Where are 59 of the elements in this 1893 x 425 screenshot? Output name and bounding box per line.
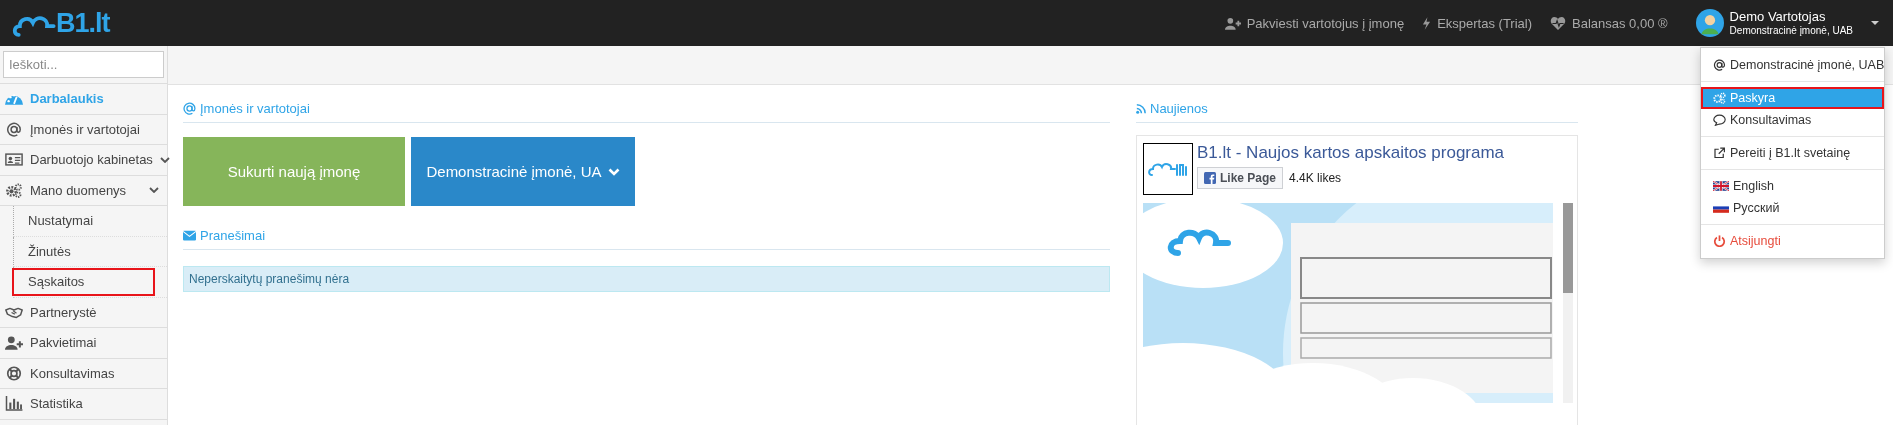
cloud-icon	[12, 13, 56, 37]
menu-item[interactable]: English	[1701, 175, 1884, 197]
top-bar-link[interactable]: Pakviesti vartotojus į įmonę	[1224, 15, 1405, 31]
sidebar-item[interactable]: Mano duomenys	[0, 175, 167, 206]
sidebar-item[interactable]: Partnerystė	[0, 297, 167, 328]
sidebar-subitem[interactable]: Žinutės	[12, 237, 155, 266]
menu-item[interactable]: Konsultavimas	[1701, 109, 1884, 131]
info-alert: Neperskaitytų pranešimų nėra	[183, 266, 1110, 292]
search-field[interactable]: Ieškoti...	[3, 51, 164, 78]
top-bar-link[interactable]: Ekspertas (Trial)	[1422, 15, 1532, 31]
top-bar-link[interactable]: Balansas 0,00 ®	[1550, 15, 1668, 31]
heartbeat-icon	[1550, 16, 1566, 30]
menu-item[interactable]: Demonstracinė įmonė, UAB	[1701, 54, 1884, 76]
section-title: Įmonės ir vartotojai	[183, 87, 1110, 123]
at-sign-icon	[1713, 59, 1726, 71]
scrollbar[interactable]	[1563, 203, 1573, 403]
user-company: Demonstracinė įmonė, UAB	[1729, 24, 1853, 37]
menu-item[interactable]: Atsijungti	[1701, 230, 1884, 252]
envelope-icon	[183, 229, 196, 242]
company-select-button[interactable]: Demonstracinė įmonė, UA	[411, 137, 635, 206]
caret-icon	[1871, 20, 1879, 26]
like-page-button[interactable]: Like Page	[1197, 167, 1284, 189]
rss-icon	[1136, 103, 1146, 114]
user-name: Demo Vartotojas	[1729, 9, 1827, 24]
menu-item[interactable]: Русский	[1701, 197, 1884, 219]
menu-item[interactable]: Pereiti į B1.lt svetainę	[1701, 142, 1884, 164]
at-sign-icon	[5, 121, 23, 137]
likes-count: 4.4K likes	[1289, 171, 1342, 185]
sidebar-subitem[interactable]: Nustatymai	[12, 206, 155, 235]
bar-chart-icon	[5, 396, 23, 412]
facebook-icon	[1204, 172, 1216, 184]
user-plus-icon	[5, 335, 23, 351]
avatar	[1695, 9, 1724, 37]
user-menu-toggle[interactable]: Demo Vartotojas Demonstracinė įmonė, UAB	[1685, 0, 1893, 46]
chevron-down-icon	[607, 167, 620, 176]
section-title: Pranešimai	[183, 214, 1110, 250]
section-title: Naujienos	[1136, 87, 1578, 123]
logo[interactable]: B1.lt	[12, 9, 110, 37]
external-link-icon	[1713, 147, 1726, 159]
bolt-icon	[1422, 16, 1432, 30]
sidebar-item[interactable]: Statistika	[0, 389, 167, 420]
flag-icon	[1713, 181, 1729, 191]
page-title-link[interactable]: B1.lt - Naujos kartos apskaitos programa	[1197, 143, 1505, 163]
power-icon	[1713, 235, 1726, 247]
cloud-logo-icon	[1148, 161, 1188, 177]
sidebar-item[interactable]: Darbuotojo kabinetas	[0, 145, 167, 176]
user-plus-icon	[1224, 16, 1241, 30]
at-sign-icon	[183, 102, 196, 115]
gears-icon	[1713, 92, 1726, 104]
sidebar-item[interactable]: Konsultavimas	[0, 358, 167, 389]
life-ring-icon	[5, 365, 23, 381]
speech-bubble-icon	[1713, 114, 1726, 126]
sidebar-item[interactable]: Įmonės ir vartotojai	[0, 114, 167, 145]
sidebar-subitem[interactable]: Sąskaitos	[12, 267, 155, 296]
gauge-icon	[5, 91, 23, 107]
sidebar-item[interactable]: Pakvietimai	[0, 328, 167, 359]
gears-icon	[5, 182, 23, 198]
flag-icon	[1713, 203, 1729, 213]
id-card-icon	[5, 152, 23, 168]
